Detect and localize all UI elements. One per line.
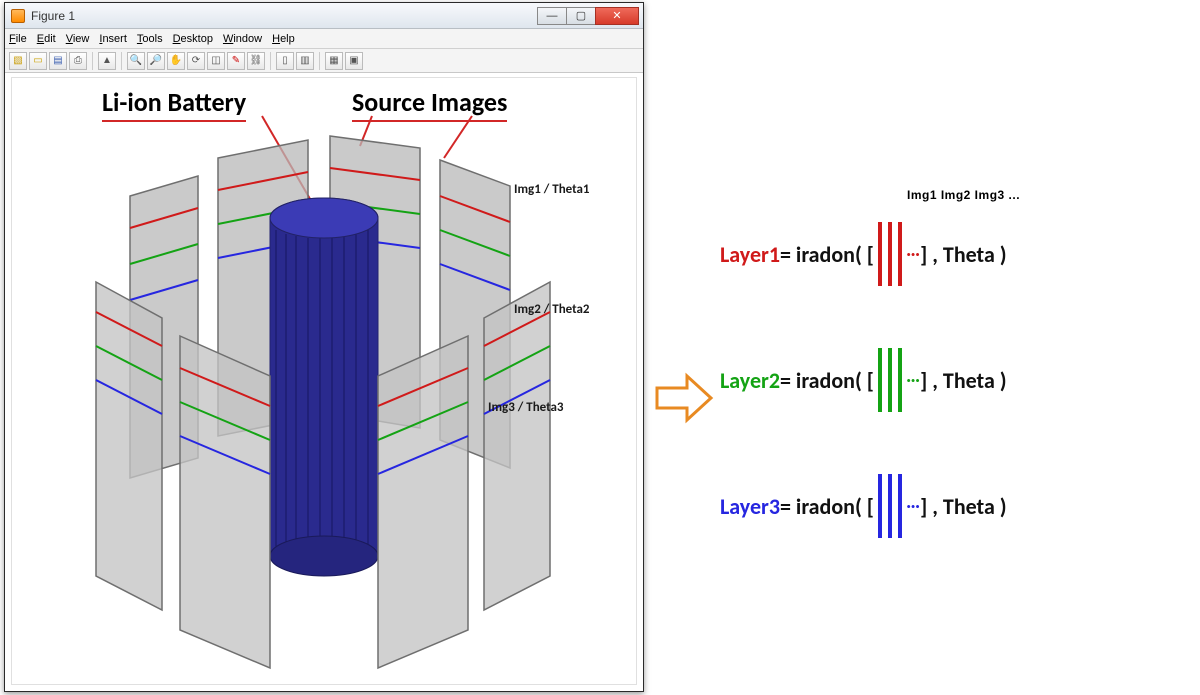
figure-window: Figure 1 — ▢ ✕ File Edit View Insert Too… bbox=[4, 2, 644, 692]
rotate-icon[interactable]: ⟳ bbox=[187, 52, 205, 70]
label-img2: Img2 / Theta2 bbox=[514, 302, 590, 317]
datacursor-icon[interactable]: ◫ bbox=[207, 52, 225, 70]
layer2-stripes bbox=[878, 348, 902, 412]
formula-prefix: = iradon( [ bbox=[780, 241, 874, 268]
axes-icon[interactable]: ▣ bbox=[345, 52, 363, 70]
formula-prefix: = iradon( [ bbox=[780, 493, 874, 520]
figure-canvas: Li-ion Battery Source Images bbox=[11, 77, 637, 685]
layer3-stripes bbox=[878, 474, 902, 538]
toolbar-sep-2 bbox=[121, 52, 122, 70]
layer2-name: Layer2 bbox=[720, 367, 780, 394]
formula-suffix: ] , Theta ) bbox=[920, 493, 1007, 520]
legend-icon[interactable]: ▥ bbox=[296, 52, 314, 70]
window-buttons: — ▢ ✕ bbox=[538, 7, 639, 25]
save-icon[interactable]: ▤ bbox=[49, 52, 67, 70]
label-img3: Img3 / Theta3 bbox=[488, 400, 564, 415]
print-icon[interactable]: ⎙ bbox=[69, 52, 87, 70]
toolbar-sep-1 bbox=[92, 52, 93, 70]
app-icon bbox=[11, 9, 25, 23]
menu-edit[interactable]: Edit bbox=[37, 33, 56, 45]
colorbar-icon[interactable]: ▯ bbox=[276, 52, 294, 70]
formula-header: Img1 Img2 Img3 ... bbox=[907, 188, 1020, 202]
menu-help[interactable]: Help bbox=[272, 33, 295, 45]
ellipsis: … bbox=[906, 364, 920, 388]
maximize-button[interactable]: ▢ bbox=[566, 7, 596, 25]
layer1-stripes bbox=[878, 222, 902, 286]
battery-cylinder bbox=[270, 198, 378, 576]
plottools-icon[interactable]: ▦ bbox=[325, 52, 343, 70]
menu-view[interactable]: View bbox=[66, 33, 90, 45]
menu-bar: File Edit View Insert Tools Desktop Wind… bbox=[5, 29, 643, 49]
formula-prefix: = iradon( [ bbox=[780, 367, 874, 394]
title-bar[interactable]: Figure 1 — ▢ ✕ bbox=[5, 3, 643, 29]
menu-tools[interactable]: Tools bbox=[137, 33, 163, 45]
zoom-out-icon[interactable]: 🔎 bbox=[147, 52, 165, 70]
layer3-name: Layer3 bbox=[720, 493, 780, 520]
zoom-in-icon[interactable]: 🔍 bbox=[127, 52, 145, 70]
open-icon[interactable]: ▭ bbox=[29, 52, 47, 70]
brush-icon[interactable]: ✎ bbox=[227, 52, 245, 70]
arrow-right-icon bbox=[655, 370, 717, 426]
new-figure-icon[interactable]: ▧ bbox=[9, 52, 27, 70]
formula-suffix: ] , Theta ) bbox=[920, 241, 1007, 268]
toolbar-sep-4 bbox=[319, 52, 320, 70]
toolbar-sep-3 bbox=[270, 52, 271, 70]
formula-row-1: Layer1 = iradon( [ … ] , Theta ) bbox=[720, 222, 1190, 286]
minimize-button[interactable]: — bbox=[537, 7, 567, 25]
ellipsis: … bbox=[906, 490, 920, 514]
menu-insert[interactable]: Insert bbox=[99, 33, 127, 45]
toolbar: ▧ ▭ ▤ ⎙ ▲ 🔍 🔎 ✋ ⟳ ◫ ✎ ⛓ ▯ ▥ ▦ ▣ bbox=[5, 49, 643, 73]
diagram-svg bbox=[12, 78, 640, 688]
formula-row-3: Layer3 = iradon( [ … ] , Theta ) bbox=[720, 474, 1190, 538]
close-button[interactable]: ✕ bbox=[595, 7, 639, 25]
ellipsis: … bbox=[906, 238, 920, 262]
menu-window[interactable]: Window bbox=[223, 33, 262, 45]
formula-row-2: Layer2 = iradon( [ … ] , Theta ) bbox=[720, 348, 1190, 412]
label-img1: Img1 / Theta1 bbox=[514, 182, 590, 197]
pointer-icon[interactable]: ▲ bbox=[98, 52, 116, 70]
pan-icon[interactable]: ✋ bbox=[167, 52, 185, 70]
window-title: Figure 1 bbox=[31, 9, 538, 23]
menu-desktop[interactable]: Desktop bbox=[173, 33, 213, 45]
formula-suffix: ] , Theta ) bbox=[920, 367, 1007, 394]
layer1-name: Layer1 bbox=[720, 241, 780, 268]
link-icon[interactable]: ⛓ bbox=[247, 52, 265, 70]
menu-file[interactable]: File bbox=[9, 33, 27, 45]
